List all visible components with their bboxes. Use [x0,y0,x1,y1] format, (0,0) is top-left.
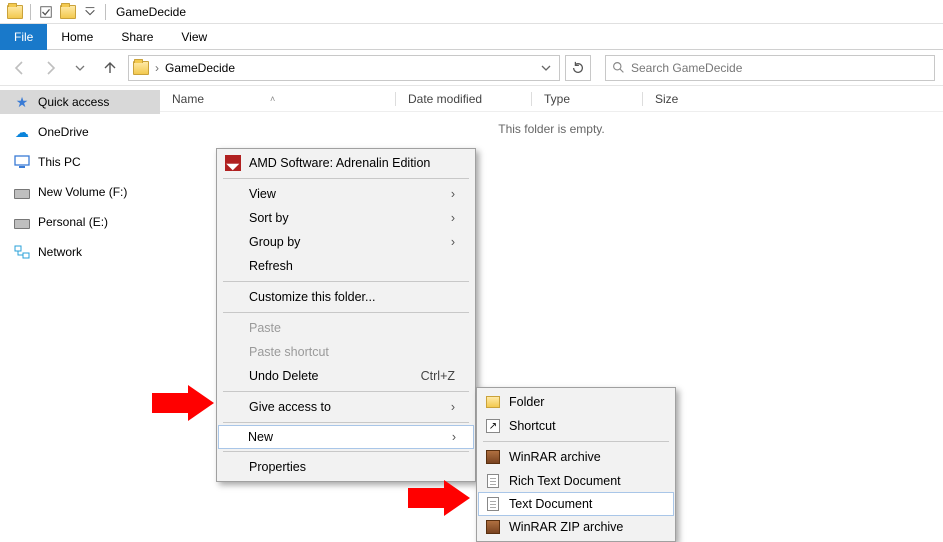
drive-icon [14,184,30,200]
nav-sidebar: ★ Quick access ☁ OneDrive This PC New Vo… [0,86,160,531]
drive-icon [14,214,30,230]
sidebar-item-label: Quick access [38,95,109,109]
chevron-right-icon: › [421,235,455,249]
nav-row: › GameDecide Search GameDecide [0,50,943,86]
menu-item-give-access[interactable]: Give access to› [219,395,473,419]
folder-icon [133,61,149,75]
chevron-right-icon: › [422,430,456,444]
menu-item-refresh[interactable]: Refresh [219,254,473,278]
window-title: GameDecide [116,5,186,19]
sidebar-item-label: Network [38,245,82,259]
context-submenu-new: Folder ↗Shortcut WinRAR archive Rich Tex… [476,387,676,542]
sidebar-item-volume-e[interactable]: Personal (E:) [0,210,160,234]
folder-qat-icon[interactable] [60,4,76,20]
forward-button[interactable] [38,56,62,80]
submenu-item-rtf[interactable]: Rich Text Document [479,469,673,493]
sort-asc-icon: ˄ [270,94,275,104]
back-button[interactable] [8,56,32,80]
menu-item-customize[interactable]: Customize this folder... [219,285,473,309]
menu-item-view[interactable]: View› [219,182,473,206]
sidebar-item-this-pc[interactable]: This PC [0,150,160,174]
tab-file[interactable]: File [0,24,47,50]
menu-item-paste: Paste [219,316,473,340]
network-icon [14,244,30,260]
col-type[interactable]: Type [532,92,642,106]
sidebar-item-onedrive[interactable]: ☁ OneDrive [0,120,160,144]
menu-item-new[interactable]: New› [218,425,474,449]
tab-view[interactable]: View [167,24,221,50]
rar-icon [485,449,501,465]
document-icon [485,473,501,489]
menu-item-properties[interactable]: Properties [219,455,473,479]
sidebar-item-label: OneDrive [38,125,89,139]
sidebar-item-volume-f[interactable]: New Volume (F:) [0,180,160,204]
menu-item-undo[interactable]: Undo DeleteCtrl+Z [219,364,473,388]
chevron-right-icon: › [421,187,455,201]
annotation-arrow-icon [152,385,222,421]
titlebar: GameDecide [0,0,943,24]
amd-icon: ◢ [225,155,241,171]
ribbon-tabs: File Home Share View [0,24,943,50]
col-size[interactable]: Size [643,92,733,106]
separator [30,4,31,20]
submenu-item-shortcut[interactable]: ↗Shortcut [479,414,673,438]
menu-item-groupby[interactable]: Group by› [219,230,473,254]
tab-home[interactable]: Home [47,24,107,50]
separator [105,4,106,20]
folder-icon [485,394,501,410]
sidebar-item-label: New Volume (F:) [38,185,127,199]
address-dropdown-icon[interactable] [537,63,555,73]
menu-item-paste-shortcut: Paste shortcut [219,340,473,364]
chevron-right-icon: › [421,400,455,414]
address-bar[interactable]: › GameDecide [128,55,560,81]
sidebar-item-label: This PC [38,155,81,169]
submenu-item-winrar[interactable]: WinRAR archive [479,445,673,469]
folder-icon [7,4,23,20]
search-placeholder: Search GameDecide [631,61,742,75]
document-icon [485,496,501,512]
empty-folder-text: This folder is empty. [160,122,943,136]
col-name[interactable]: Name˄ [160,92,395,106]
tab-share[interactable]: Share [107,24,167,50]
context-menu: ◢ AMD Software: Adrenalin Edition View› … [216,148,476,482]
sidebar-item-label: Personal (E:) [38,215,108,229]
chevron-right-icon: › [421,211,455,225]
col-date[interactable]: Date modified [396,92,531,106]
rar-icon [485,519,501,535]
recent-dropdown-icon[interactable] [68,56,92,80]
properties-qat-icon[interactable] [38,4,54,20]
refresh-button[interactable] [565,55,591,81]
cloud-icon: ☁ [14,124,30,140]
menu-item-amd[interactable]: ◢ AMD Software: Adrenalin Edition [219,151,473,175]
search-icon [612,61,625,74]
submenu-item-zip[interactable]: WinRAR ZIP archive [479,515,673,539]
qat-dropdown-icon[interactable] [82,4,98,20]
search-input[interactable]: Search GameDecide [605,55,935,81]
submenu-item-txt[interactable]: Text Document [478,492,674,516]
column-headers: Name˄ Date modified Type Size [160,86,943,112]
monitor-icon [14,154,30,170]
shortcut-icon: ↗ [485,418,501,434]
sidebar-item-quick-access[interactable]: ★ Quick access [0,90,160,114]
menu-item-sortby[interactable]: Sort by› [219,206,473,230]
submenu-item-folder[interactable]: Folder [479,390,673,414]
shortcut-label: Ctrl+Z [391,369,455,383]
chevron-right-icon[interactable]: › [155,61,159,75]
up-button[interactable] [98,56,122,80]
star-icon: ★ [14,94,30,110]
breadcrumb[interactable]: GameDecide [165,61,235,75]
annotation-arrow-icon [408,480,478,516]
sidebar-item-network[interactable]: Network [0,240,160,264]
